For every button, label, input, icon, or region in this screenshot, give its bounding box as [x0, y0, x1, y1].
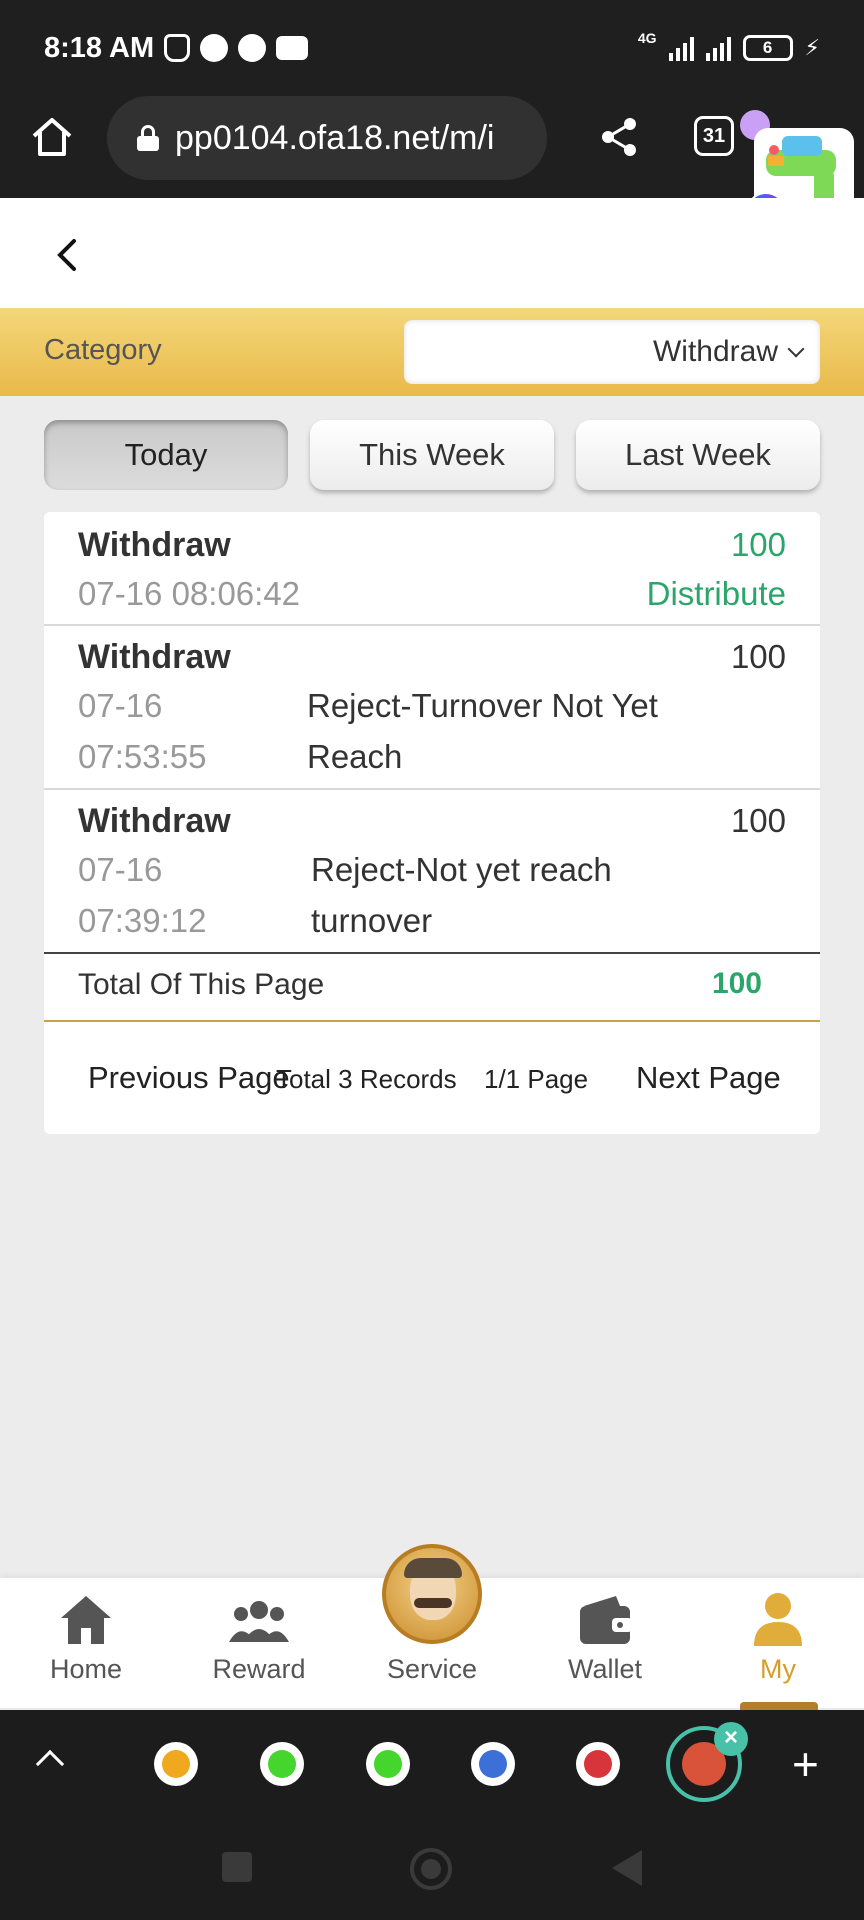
category-filter-bar: Category Withdraw	[0, 308, 864, 396]
total-divider	[44, 1020, 820, 1022]
record-date: 07-16	[78, 851, 163, 888]
period-tabs: Today This Week Last Week	[44, 420, 820, 490]
signal-icon	[668, 35, 694, 61]
records-bottom-divider	[44, 952, 820, 954]
record-amount: 100	[730, 638, 786, 675]
total-records: Total 3 Records	[276, 1064, 457, 1094]
page-header	[0, 198, 864, 308]
record-time: 07:53:55	[78, 738, 207, 775]
record-type: Withdraw	[78, 638, 231, 676]
category-label: Category	[44, 334, 162, 366]
record-time: 07:39:12	[78, 902, 207, 939]
youtube-icon	[276, 36, 309, 60]
messenger-icon	[200, 34, 229, 62]
nav-my[interactable]: My	[703, 1578, 853, 1708]
chevron-down-icon	[787, 340, 805, 358]
next-page-button[interactable]: Next Page	[636, 1060, 781, 1096]
nav-reward-label: Reward	[212, 1654, 306, 1684]
nav-home[interactable]: Home	[11, 1578, 161, 1708]
network-type: 4G	[637, 30, 657, 46]
close-icon[interactable]: ×	[714, 1722, 748, 1756]
page-total-label: Total Of This Page	[78, 968, 325, 1001]
record-type: Withdraw	[78, 526, 231, 564]
page-indicator: 1/1 Page	[484, 1064, 589, 1094]
notification-icons	[164, 34, 309, 62]
record-amount: 100	[730, 526, 786, 563]
records-card: Withdraw 100 07-16 08:06:42 Distribute W…	[44, 512, 820, 1134]
tab-this-week[interactable]: This Week	[310, 420, 554, 490]
nav-my-label: My	[760, 1654, 796, 1684]
home-system-icon[interactable]	[410, 1848, 452, 1890]
record-row[interactable]: Withdraw 100 07-16 07:39:12 Reject-Not y…	[44, 790, 820, 952]
status-bar: 8:18 AM 4G 6 ⚡	[0, 0, 864, 96]
url-text: pp0104.ofa18.net/m/i	[175, 118, 495, 157]
record-status: Reject-Turnover Not Yet	[307, 687, 658, 724]
browser-home-icon[interactable]	[30, 114, 74, 158]
record-datetime: 07-16 08:06:42	[78, 575, 301, 612]
tab-today[interactable]: Today	[44, 420, 288, 490]
chevron-up-icon[interactable]	[35, 1749, 65, 1779]
nav-home-label: Home	[49, 1654, 123, 1684]
record-status-cont: Reach	[307, 738, 403, 775]
record-status: Reject-Not yet reach	[311, 851, 612, 888]
category-select[interactable]: Withdraw	[404, 320, 820, 384]
nav-reward[interactable]: Reward	[184, 1578, 334, 1708]
tab-last-week[interactable]: Last Week	[576, 420, 820, 490]
record-row[interactable]: Withdraw 100 07-16 08:06:42 Distribute	[44, 512, 820, 624]
record-status: Distribute	[646, 575, 786, 612]
share-icon[interactable]	[598, 116, 640, 158]
app-bubble-razer-2[interactable]	[366, 1742, 410, 1786]
active-tab-indicator	[740, 1702, 818, 1710]
app-bubble-razer[interactable]	[260, 1742, 304, 1786]
system-indicators: 4G 6 ⚡	[638, 30, 820, 61]
battery-icon: 6	[742, 35, 793, 61]
browser-toolbar: pp0104.ofa18.net/m/i 31	[0, 96, 864, 198]
record-type: Withdraw	[78, 802, 231, 840]
back-system-icon[interactable]	[612, 1850, 642, 1886]
wallet-icon	[580, 1596, 632, 1644]
page-total-value: 100	[711, 967, 762, 1000]
signal-icon-2	[705, 35, 731, 61]
add-app-icon[interactable]: +	[792, 1741, 819, 1787]
app-bubble-cube[interactable]	[471, 1742, 515, 1786]
pagination: Previous Page Total 3 Records 1/1 Page N…	[44, 1060, 820, 1110]
address-bar[interactable]: pp0104.ofa18.net/m/i	[107, 96, 547, 180]
status-time: 8:18 AM	[44, 31, 155, 64]
record-date: 07-16	[78, 687, 163, 724]
lock-icon	[137, 125, 159, 151]
group-icon	[229, 1601, 289, 1642]
tab-switcher-button[interactable]: 31	[694, 116, 734, 156]
shield-icon	[238, 34, 267, 62]
record-amount: 100	[730, 802, 786, 839]
nav-service-label: Service	[386, 1654, 478, 1684]
bell-muted-icon	[164, 34, 191, 62]
charging-icon: ⚡	[804, 35, 820, 60]
category-selected-value: Withdraw	[652, 335, 778, 368]
service-avatar-icon[interactable]	[382, 1544, 482, 1644]
previous-page-button[interactable]: Previous Page	[88, 1060, 290, 1096]
record-status-cont: turnover	[311, 902, 433, 939]
recents-icon[interactable]	[222, 1852, 252, 1882]
app-bubble-coin[interactable]	[154, 1742, 198, 1786]
home-icon	[61, 1596, 111, 1644]
nav-wallet[interactable]: Wallet	[530, 1578, 680, 1708]
nav-wallet-label: Wallet	[567, 1654, 642, 1684]
app-bubble-cube-2[interactable]	[576, 1742, 620, 1786]
back-arrow-icon[interactable]	[52, 238, 82, 272]
record-row[interactable]: Withdraw 100 07-16 07:53:55 Reject-Turno…	[44, 626, 820, 788]
system-navigation	[0, 1816, 864, 1920]
user-icon	[754, 1593, 802, 1646]
